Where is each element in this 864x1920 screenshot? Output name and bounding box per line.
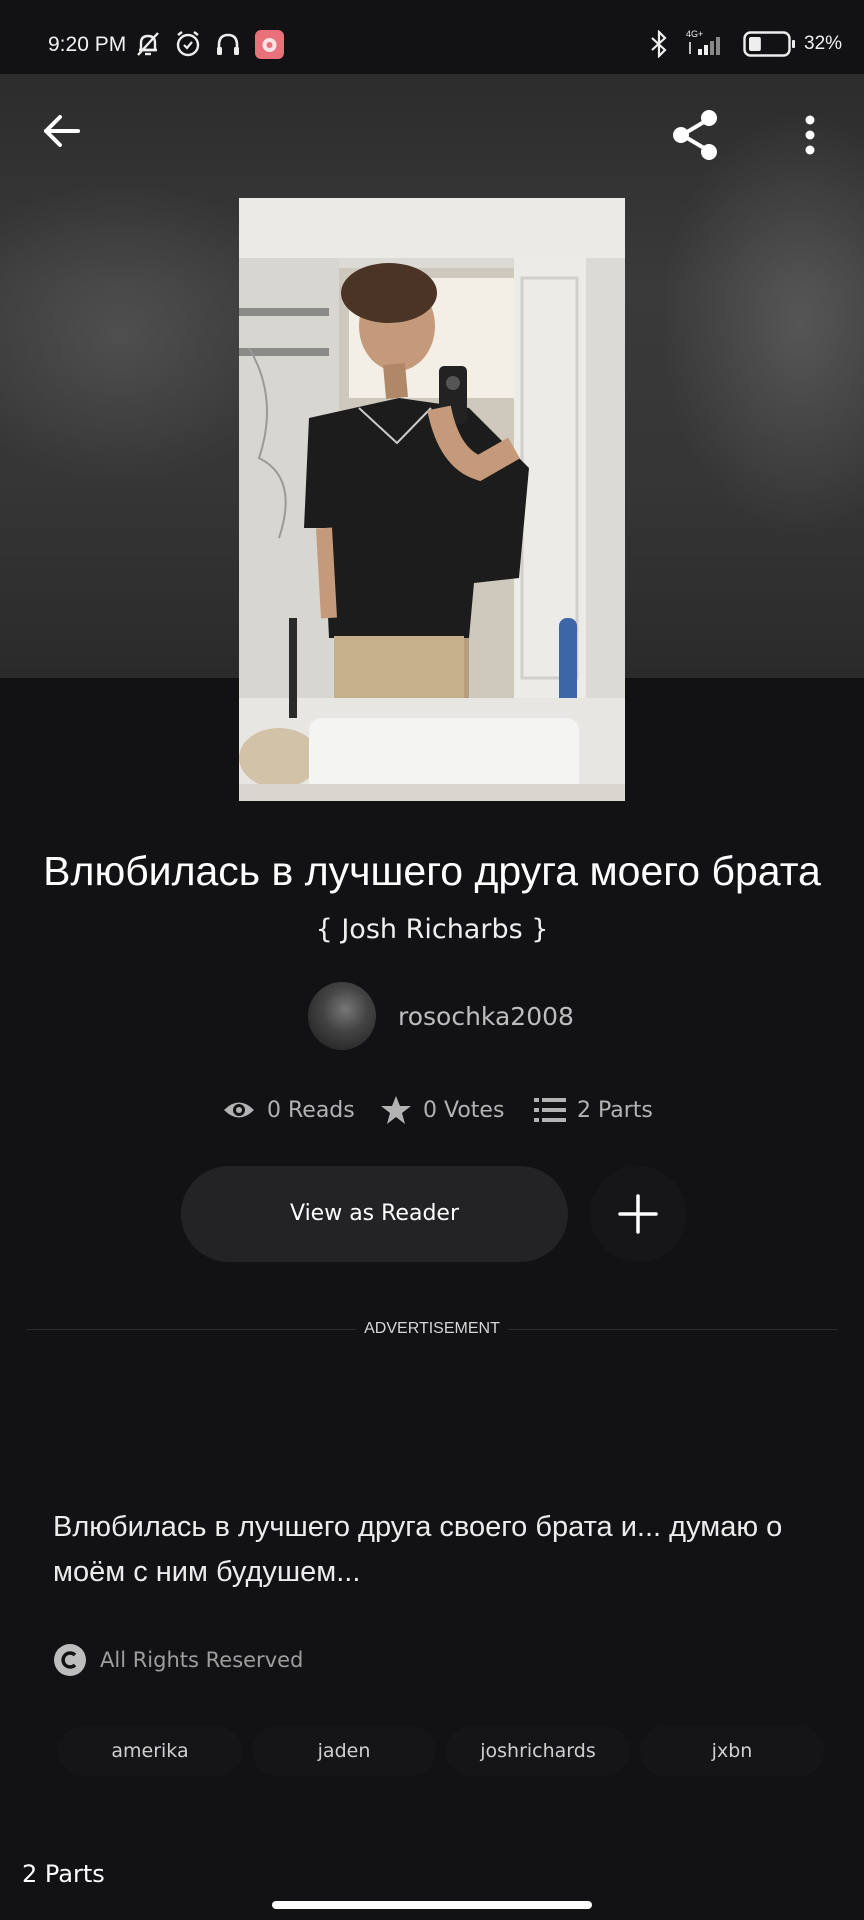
bluetooth-icon — [648, 29, 670, 63]
tag-chip[interactable]: joshrichards — [446, 1726, 630, 1776]
network-type: 4G+ — [686, 29, 703, 39]
headphones-icon — [214, 30, 242, 63]
app-notification-icon — [255, 30, 284, 64]
ad-label: ADVERTISEMENT — [364, 1320, 500, 1337]
back-button[interactable] — [40, 110, 82, 157]
alarm-icon — [174, 30, 202, 63]
copyright-text: All Rights Reserved — [100, 1648, 304, 1672]
signal-icon: 4G+ — [684, 28, 734, 63]
eye-icon — [222, 1097, 256, 1128]
story-details-screen: 9:20 PM 4G+ 32% Влюбилась в лучшего друг… — [0, 0, 864, 1920]
status-time: 9:20 PM — [48, 33, 127, 56]
star-icon — [380, 1094, 412, 1131]
copyright-icon — [53, 1643, 87, 1682]
more-vertical-icon — [805, 115, 815, 155]
avatar[interactable] — [308, 982, 376, 1050]
arrow-left-icon — [44, 115, 80, 147]
tag-chip[interactable]: jxbn — [640, 1726, 824, 1776]
parts-count: 2 Parts — [577, 1098, 653, 1123]
author-link[interactable]: rosochka2008 — [308, 982, 608, 1050]
parts-section-heading: 2 Parts — [22, 1860, 105, 1888]
battery-percent: 32% — [804, 33, 843, 54]
battery-icon — [743, 31, 797, 62]
votes-count: 0 Votes — [423, 1098, 505, 1123]
story-title-main: Влюбилась в лучшего друга моего брата — [43, 848, 821, 894]
more-options-button[interactable] — [797, 114, 823, 163]
bell-off-icon — [134, 30, 162, 63]
story-title: Влюбилась в лучшего друга моего брата { … — [40, 845, 824, 956]
author-name[interactable]: rosochka2008 — [398, 1002, 574, 1031]
share-button[interactable] — [668, 107, 724, 168]
story-title-suffix: { Josh Richarbs } — [315, 914, 549, 945]
story-cover-image[interactable] — [239, 198, 625, 801]
view-as-reader-button[interactable]: View as Reader — [181, 1166, 568, 1262]
story-stats: 0 Reads 0 Votes 2 Parts — [222, 1093, 662, 1133]
share-icon — [673, 110, 717, 160]
home-indicator[interactable] — [272, 1901, 592, 1909]
list-icon — [534, 1097, 566, 1128]
tag-chip[interactable]: jaden — [252, 1726, 436, 1776]
reads-count: 0 Reads — [267, 1098, 355, 1123]
add-to-library-button[interactable] — [590, 1166, 686, 1262]
story-description: Влюбилась в лучшего друга своего брата и… — [53, 1511, 783, 1588]
copyright-row: All Rights Reserved — [53, 1643, 453, 1677]
tag-chip[interactable]: amerika — [58, 1726, 242, 1776]
plus-icon — [618, 1194, 658, 1234]
status-bar: 9:20 PM 4G+ 32% — [0, 0, 864, 74]
